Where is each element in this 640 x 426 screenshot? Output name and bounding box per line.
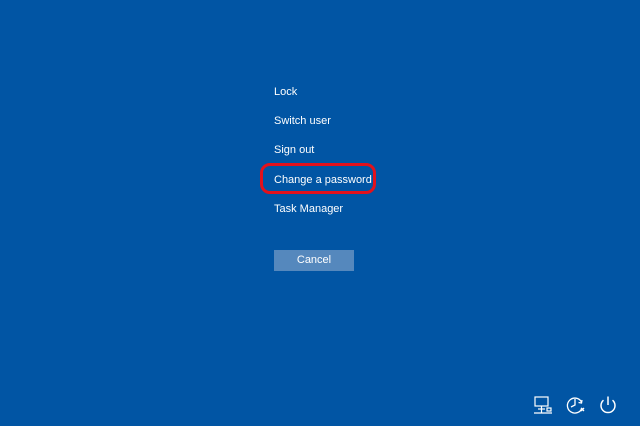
menu-item-lock[interactable]: Lock — [274, 84, 297, 100]
cancel-button[interactable]: Cancel — [274, 250, 354, 271]
network-icon[interactable] — [532, 394, 554, 416]
menu-item-task-manager[interactable]: Task Manager — [274, 201, 343, 217]
menu-item-sign-out[interactable]: Sign out — [274, 142, 314, 158]
menu-item-change-password[interactable]: Change a password — [274, 172, 372, 188]
menu-item-switch-user[interactable]: Switch user — [274, 113, 331, 129]
ease-of-access-icon[interactable] — [564, 394, 586, 416]
power-icon[interactable] — [597, 394, 619, 416]
